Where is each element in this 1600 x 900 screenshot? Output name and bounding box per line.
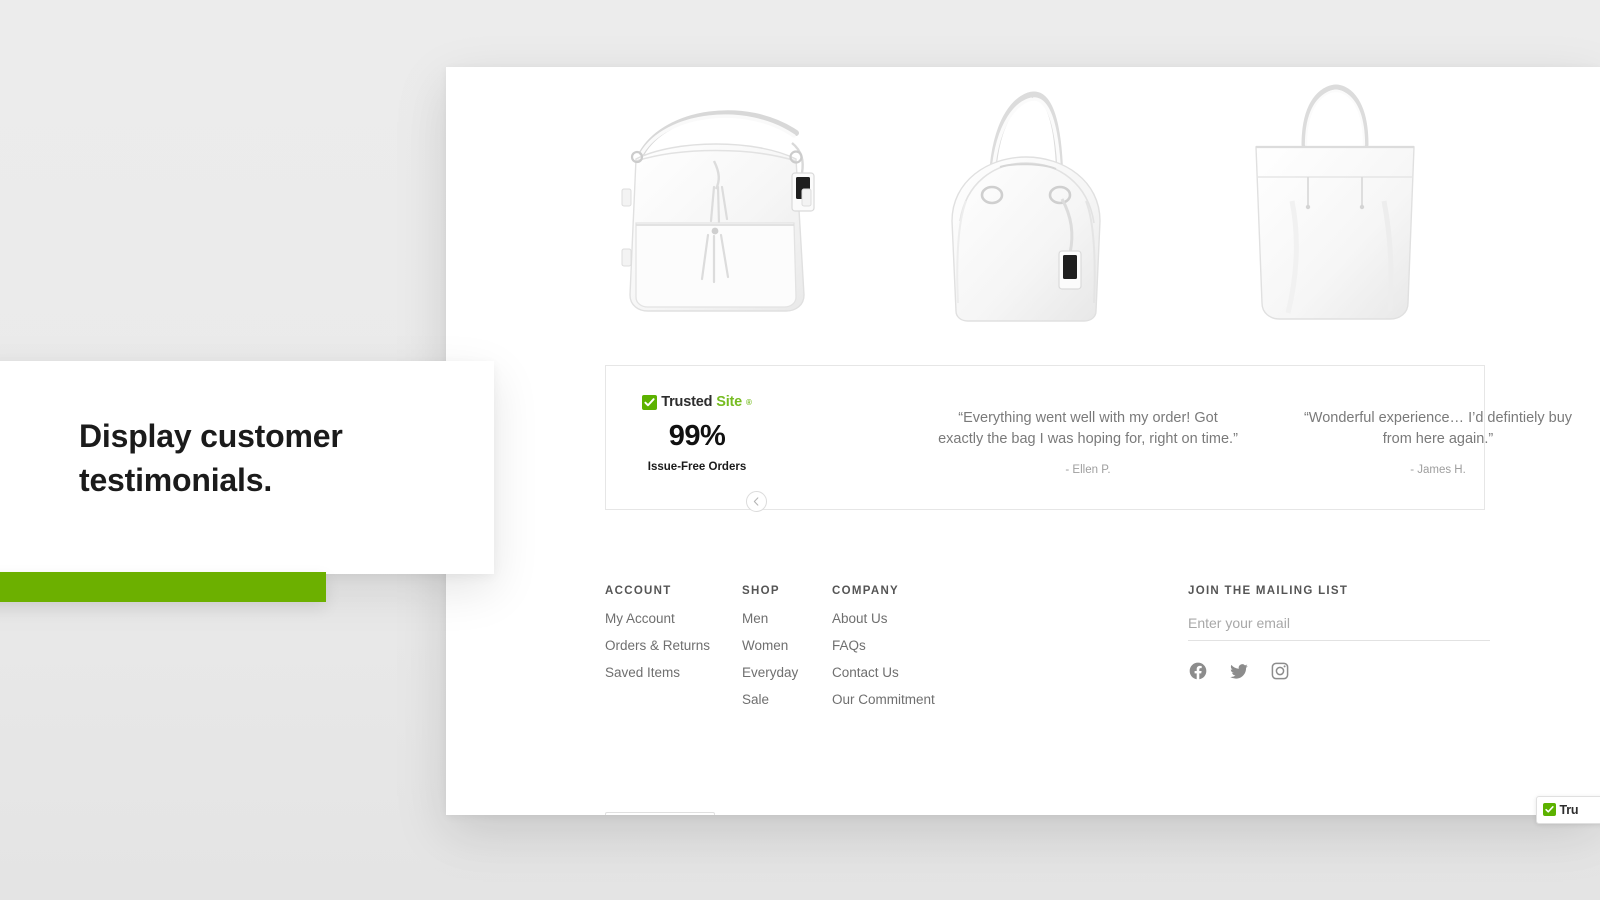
product-image-white-hobo-bag[interactable]: [596, 81, 896, 341]
accent-bar: [0, 572, 326, 602]
social-links-row: [1188, 661, 1490, 681]
chevron-left-icon: [752, 497, 761, 506]
footer-link-about-us[interactable]: About Us: [832, 611, 992, 626]
issue-free-percent: 99%: [668, 419, 726, 452]
facebook-icon[interactable]: [1188, 661, 1208, 681]
footer-link-contact-us[interactable]: Contact Us: [832, 665, 992, 680]
footer-column-account: ACCOUNT My Account Orders & Returns Save…: [605, 585, 735, 692]
product-image-white-tote-bag[interactable]: [1196, 81, 1496, 341]
testimonials-card: Trusted Site ® 99% Issue-Free Orders “Ever…: [605, 365, 1572, 512]
product-image-white-dome-satchel[interactable]: [896, 81, 1196, 341]
footer-link-men[interactable]: Men: [742, 611, 827, 626]
prev-testimonial-button[interactable]: [746, 491, 767, 512]
testimonial-author: - Ellen P.: [1065, 464, 1111, 477]
checkmark-icon: [642, 394, 658, 410]
floating-trustedsite-badge[interactable]: Tru: [1536, 796, 1600, 824]
footer-link-saved-items[interactable]: Saved Items: [605, 665, 735, 680]
page-title: Display customer testimonials.: [79, 418, 343, 499]
footer-link-orders-returns[interactable]: Orders & Returns: [605, 638, 735, 653]
footer-heading-account: ACCOUNT: [605, 585, 672, 597]
footer-column-shop: SHOP Men Women Everyday Sale: [742, 585, 827, 719]
checkmark-icon: [1543, 803, 1556, 816]
footer-heading-company: COMPANY: [832, 585, 900, 597]
footer-column-company: COMPANY About Us FAQs Contact Us Our Com…: [832, 585, 992, 719]
mailing-list-heading: JOIN THE MAILING LIST: [1188, 585, 1349, 597]
caption-card: Display customer testimonials.: [0, 361, 494, 574]
footer-heading-shop: SHOP: [742, 585, 780, 597]
trustedsite-score-block: Trusted Site ® 99% Issue-Free Orders: [632, 394, 762, 473]
trustedsite-logo: Trusted Site ®: [642, 394, 752, 410]
registered-mark-icon: ®: [746, 397, 752, 407]
testimonial-item: “Wonderful experience… I’d defintiely bu…: [1288, 408, 1588, 476]
trustedsite-word-trusted: Trusted: [661, 394, 713, 410]
testimonial-text: “Wonderful experience… I’d defintiely bu…: [1303, 410, 1573, 448]
issue-free-label: Issue-Free Orders: [647, 460, 747, 473]
certified-secure-row: TrustedSite® CERTIFIED SECURE We protect…: [605, 812, 939, 815]
footer-link-my-account[interactable]: My Account: [605, 611, 735, 626]
testimonial-item: “Everything went well with my order! Got…: [938, 408, 1238, 476]
page-background: Trusted Site ® 99% Issue-Free Orders “Ever…: [0, 0, 1600, 900]
twitter-icon[interactable]: [1229, 661, 1249, 681]
instagram-icon[interactable]: [1270, 661, 1290, 681]
site-footer: ACCOUNT My Account Orders & Returns Save…: [446, 537, 1600, 815]
footer-link-sale[interactable]: Sale: [742, 692, 827, 707]
website-preview-panel: Trusted Site ® 99% Issue-Free Orders “Ever…: [446, 67, 1600, 815]
email-field[interactable]: [1188, 611, 1490, 641]
footer-link-faqs[interactable]: FAQs: [832, 638, 992, 653]
trustedsite-word-trusted: Tru: [1559, 802, 1579, 817]
mailing-list-block: JOIN THE MAILING LIST: [1188, 585, 1490, 681]
footer-link-women[interactable]: Women: [742, 638, 827, 653]
product-image-strip: [446, 67, 1600, 357]
trustedsite-word-site: Site: [716, 394, 743, 410]
trustedsite-logo: Tru: [1543, 802, 1579, 817]
footer-link-everyday[interactable]: Everyday: [742, 665, 827, 680]
trustedsite-certified-badge[interactable]: TrustedSite® CERTIFIED SECURE: [605, 812, 716, 815]
testimonial-text: “Everything went well with my order! Got…: [938, 410, 1238, 448]
testimonial-author: - James H.: [1410, 464, 1466, 477]
footer-link-our-commitment[interactable]: Our Commitment: [832, 692, 992, 707]
